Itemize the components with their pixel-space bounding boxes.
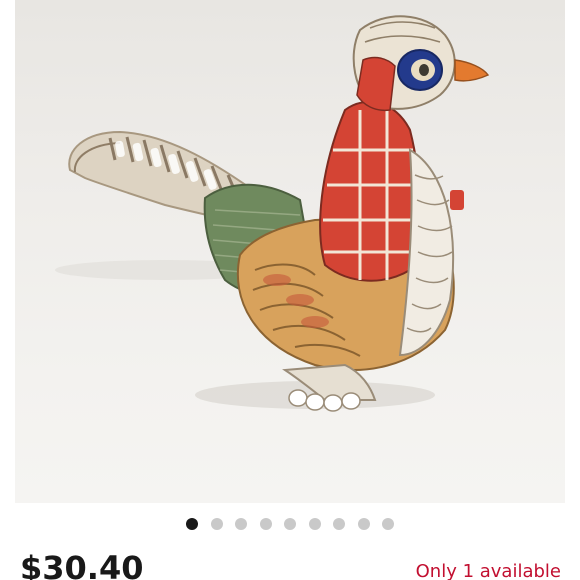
image-carousel-indicator[interactable]: [0, 516, 580, 532]
carousel-dot-6[interactable]: [308, 518, 321, 530]
carousel-dot-4[interactable]: [259, 518, 272, 530]
carousel-dot-3[interactable]: [235, 518, 247, 530]
item-price: $30.40: [20, 549, 144, 580]
carousel-dot-9[interactable]: [382, 518, 394, 530]
carousel-dot-8[interactable]: [357, 518, 370, 530]
carousel-dot-2[interactable]: [210, 518, 223, 530]
carousel-dot-1[interactable]: [186, 518, 198, 530]
product-photo[interactable]: [15, 0, 565, 503]
pheasant-figurine-illustration: [55, 15, 490, 412]
availability-status: Only 1 available: [415, 561, 561, 580]
listing-page: $30.40 Only 1 available: [0, 0, 580, 580]
carousel-dot-5[interactable]: [284, 518, 296, 530]
carousel-dot-7[interactable]: [333, 518, 345, 530]
